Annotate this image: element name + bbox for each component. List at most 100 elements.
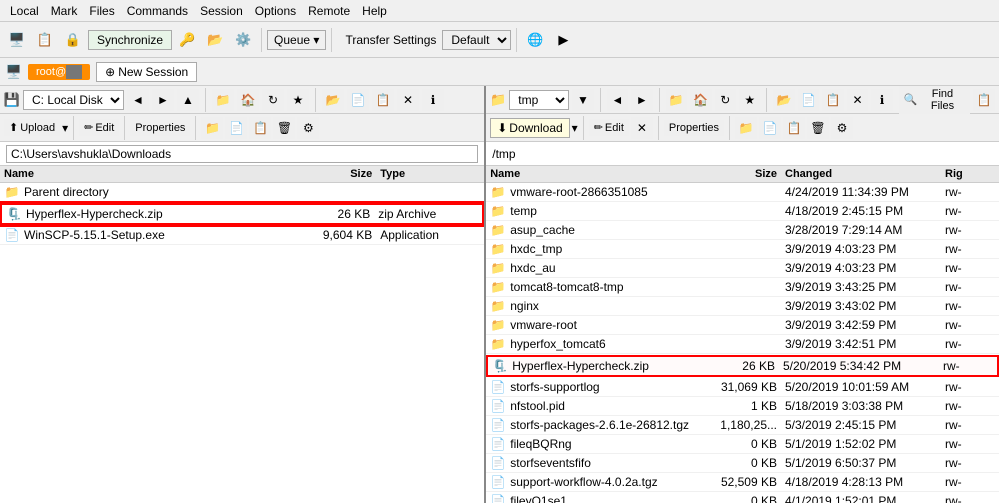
toolbar-icon-btn-8[interactable]: ▶ [550, 29, 576, 51]
right-file-icon-15: 📄 [490, 474, 506, 490]
left-nav-forward[interactable]: ► [152, 89, 174, 111]
left-nav-up[interactable]: ▲ [177, 89, 199, 111]
left-extra-4[interactable]: 🗑 [273, 117, 295, 139]
right-file-row-15[interactable]: 📄 support-workflow-4.0.2a.tgz 52,509 KB … [486, 473, 999, 492]
left-toolbar-folder[interactable]: 📁 [212, 89, 234, 111]
right-file-row-8[interactable]: 📁 hyperfox_tomcat6 3/9/2019 3:42:51 PM r… [486, 335, 999, 354]
right-toolbar-new-file[interactable]: 📄 [798, 89, 819, 111]
left-path-input[interactable] [6, 145, 478, 163]
toolbar-icon-btn-5[interactable]: 📂 [202, 29, 228, 51]
sync-button[interactable]: Synchronize [88, 30, 172, 50]
left-toolbar-copy[interactable]: 📋 [372, 89, 394, 111]
right-extra-1[interactable]: 📁 [735, 117, 757, 139]
toolbar-icon-btn-2[interactable]: 📋 [32, 29, 58, 51]
left-extra-1[interactable]: 📁 [201, 117, 223, 139]
left-extra-5[interactable]: ⚙ [297, 117, 319, 139]
right-file-row-10[interactable]: 📄 storfs-supportlog 31,069 KB 5/20/2019 … [486, 378, 999, 397]
download-button[interactable]: ⬇ Download [490, 118, 569, 138]
right-toolbar-bookmark[interactable]: ★ [739, 89, 760, 111]
left-nav-back[interactable]: ◄ [127, 89, 149, 111]
toolbar-icon-btn-4[interactable]: 🔑 [174, 29, 200, 51]
left-file-row-0[interactable]: 🗜️ Hyperflex-Hypercheck.zip 26 KB zip Ar… [0, 203, 484, 225]
right-extra-btn[interactable]: 📋 [973, 89, 994, 111]
right-path-bar: /tmp [486, 142, 999, 166]
right-file-row-5[interactable]: 📁 tomcat8-tomcat8-tmp 3/9/2019 3:43:25 P… [486, 278, 999, 297]
right-file-row-9[interactable]: 🗜️ Hyperflex-Hypercheck.zip 26 KB 5/20/2… [486, 355, 999, 377]
menu-options[interactable]: Options [249, 2, 302, 20]
menu-help[interactable]: Help [356, 2, 393, 20]
drive-selector[interactable]: C: Local Disk [23, 90, 124, 110]
menu-mark[interactable]: Mark [45, 2, 84, 20]
right-toolbar-copy[interactable]: 📋 [822, 89, 843, 111]
right-filter-btn[interactable]: ▼ [572, 89, 593, 111]
sessionbar: 🖥️ root@ ⊕ New Session [0, 58, 999, 86]
right-file-name-15: support-workflow-4.0.2a.tgz [510, 475, 695, 489]
right-extra-5[interactable]: ⚙ [831, 117, 853, 139]
right-toolbar-folder[interactable]: 📁 [666, 89, 687, 111]
toolbar-icon-btn-7[interactable]: 🌐 [522, 29, 548, 51]
left-toolbar-refresh[interactable]: ↻ [262, 89, 284, 111]
left-properties-button[interactable]: Properties [130, 120, 190, 136]
right-delete-button[interactable]: ✕ [631, 117, 653, 139]
right-path-selector[interactable]: tmp [509, 90, 569, 110]
transfer-settings-label: Transfer Settings [345, 33, 436, 47]
left-extra-2[interactable]: 📄 [225, 117, 247, 139]
right-file-row-2[interactable]: 📁 asup_cache 3/28/2019 7:29:14 AM rw- [486, 221, 999, 240]
menu-commands[interactable]: Commands [121, 2, 194, 20]
right-file-row-11[interactable]: 📄 nfstool.pid 1 KB 5/18/2019 3:03:38 PM … [486, 397, 999, 416]
right-properties-button[interactable]: Properties [664, 120, 724, 136]
left-file-row-1[interactable]: 📄 WinSCP-5.15.1-Setup.exe 9,604 KB Appli… [0, 226, 484, 245]
right-file-rights-3: rw- [945, 242, 995, 256]
right-file-rights-11: rw- [945, 399, 995, 413]
right-file-row-12[interactable]: 📄 storfs-packages-2.6.1e-26812.tgz 1,180… [486, 416, 999, 435]
left-toolbar-bookmark[interactable]: ★ [287, 89, 309, 111]
left-toolbar-new-file[interactable]: 📄 [347, 89, 369, 111]
right-file-list: Name Size Changed Rig 📁 vmware-root-2866… [486, 166, 999, 503]
right-file-row-0[interactable]: 📁 vmware-root-2866351085 4/24/2019 11:34… [486, 183, 999, 202]
hyperflex-zip-type-left: zip Archive [378, 207, 478, 221]
menu-local[interactable]: Local [4, 2, 45, 20]
menu-remote[interactable]: Remote [302, 2, 356, 20]
right-file-icon-12: 📄 [490, 417, 506, 433]
right-file-row-1[interactable]: 📁 temp 4/18/2019 2:45:15 PM rw- [486, 202, 999, 221]
right-toolbar-home[interactable]: 🏠 [690, 89, 711, 111]
left-toolbar-props[interactable]: ℹ [422, 89, 444, 111]
right-toolbar-new-folder[interactable]: 📂 [773, 89, 794, 111]
right-file-row-16[interactable]: 📄 fileyQ1se1 0 KB 4/1/2019 1:52:01 PM rw… [486, 492, 999, 503]
left-toolbar-delete[interactable]: ✕ [397, 89, 419, 111]
right-toolbar-props[interactable]: ℹ [871, 89, 892, 111]
left-file-row-parent[interactable]: 📁 Parent directory [0, 183, 484, 202]
right-file-row-4[interactable]: 📁 hxdc_au 3/9/2019 4:03:23 PM rw- [486, 259, 999, 278]
menu-files[interactable]: Files [83, 2, 120, 20]
left-edit-button[interactable]: ✏ Edit [79, 119, 119, 136]
menu-session[interactable]: Session [194, 2, 249, 20]
find-files-button[interactable]: 🔍 Find Files [899, 86, 971, 114]
upload-button[interactable]: ⬆ Upload [4, 119, 60, 136]
right-file-row-14[interactable]: 📄 storfseventsfifo 0 KB 5/1/2019 6:50:37… [486, 454, 999, 473]
right-toolbar-delete[interactable]: ✕ [847, 89, 868, 111]
queue-button[interactable]: Queue ▾ [267, 30, 326, 50]
right-extra-2[interactable]: 📄 [759, 117, 781, 139]
transfer-settings-select[interactable]: Default [442, 30, 511, 50]
right-file-changed-1: 4/18/2019 2:45:15 PM [785, 204, 945, 218]
right-file-row-6[interactable]: 📁 nginx 3/9/2019 3:43:02 PM rw- [486, 297, 999, 316]
right-file-row-13[interactable]: 📄 fileqBQRng 0 KB 5/1/2019 1:52:02 PM rw… [486, 435, 999, 454]
right-extra-4[interactable]: 🗑 [807, 117, 829, 139]
left-toolbar-home[interactable]: 🏠 [237, 89, 259, 111]
right-file-row-3[interactable]: 📁 hxdc_tmp 3/9/2019 4:03:23 PM rw- [486, 240, 999, 259]
toolbar-icon-btn-3[interactable]: 🔒 [60, 29, 86, 51]
right-file-row-7[interactable]: 📁 vmware-root 3/9/2019 3:42:59 PM rw- [486, 316, 999, 335]
new-session-button[interactable]: ⊕ New Session [96, 62, 197, 82]
left-toolbar-new-folder[interactable]: 📂 [322, 89, 344, 111]
right-nav-forward[interactable]: ► [631, 89, 652, 111]
toolbar-icon-btn-1[interactable]: 🖥️ [4, 29, 30, 51]
toolbar-icon-btn-6[interactable]: ⚙️ [230, 29, 256, 51]
right-panel: 📁 tmp ▼ ◄ ► 📁 🏠 ↻ ★ 📂 📄 📋 ✕ ℹ [486, 86, 999, 503]
right-toolbar-refresh[interactable]: ↻ [715, 89, 736, 111]
left-extra-3[interactable]: 📋 [249, 117, 271, 139]
right-file-name-11: nfstool.pid [510, 399, 695, 413]
right-nav-back[interactable]: ◄ [607, 89, 628, 111]
right-extra-3[interactable]: 📋 [783, 117, 805, 139]
hyperflex-zip-size-left: 26 KB [298, 207, 378, 221]
right-edit-button[interactable]: ✏ Edit [589, 119, 629, 136]
